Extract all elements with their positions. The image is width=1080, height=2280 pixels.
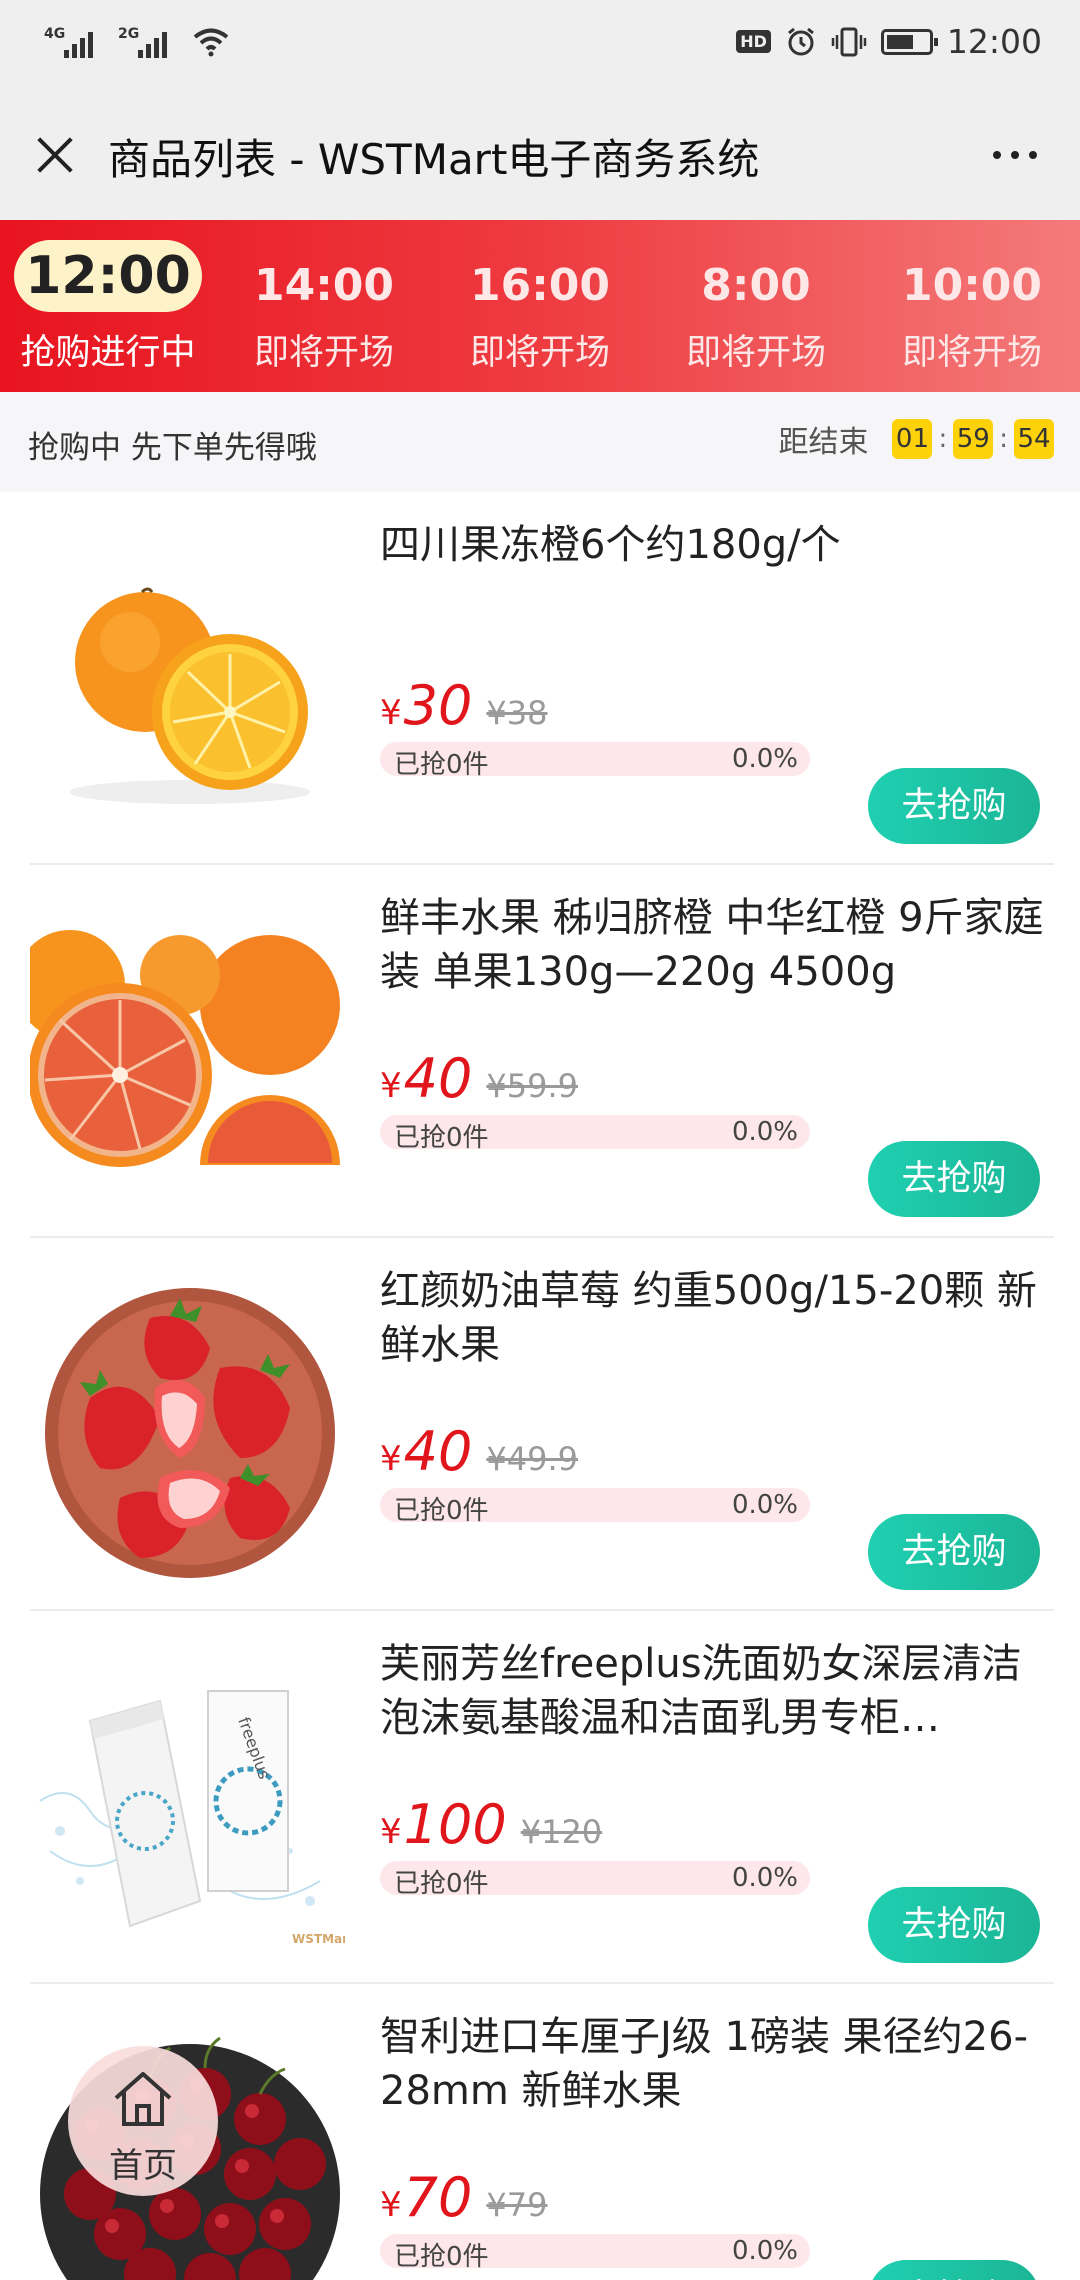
price-row: ¥40 ¥49.9	[380, 1420, 578, 1483]
session-tab-0800[interactable]: 8:00 即将开场	[648, 220, 864, 392]
alarm-icon	[787, 27, 814, 55]
sale-price: ¥70	[380, 2166, 473, 2229]
battery-icon	[880, 28, 938, 55]
session-time: 12:00	[14, 240, 202, 312]
sold-count: 已抢0件	[394, 1869, 489, 1899]
product-item[interactable]: freeplus WSTMart 芙丽芳丝freeplus洗面奶女深层清洁泡沫氨…	[0, 1611, 1080, 1984]
home-label: 首页	[109, 2146, 177, 2186]
countdown-hours: 01	[892, 419, 933, 459]
buy-now-button[interactable]: 去抢购	[868, 1887, 1040, 1963]
session-state: 即将开场	[901, 333, 1042, 373]
product-list: 四川果冻橙6个约180g/个 ¥30 ¥38 已抢0件 0.0% 去抢购 鲜丰水…	[0, 492, 1080, 2280]
product-name[interactable]: 四川果冻橙6个约180g/个	[380, 518, 1050, 572]
home-icon	[114, 2072, 172, 2126]
session-tab-1400[interactable]: 14:00 即将开场	[216, 220, 432, 392]
session-tab-1000[interactable]: 10:00 即将开场	[864, 220, 1080, 392]
watermark-label: WSTMart	[292, 1932, 345, 1946]
sold-count: 已抢0件	[394, 1496, 489, 1526]
product-name[interactable]: 芙丽芳丝freeplus洗面奶女深层清洁泡沫氨基酸温和洁面乳男专柜…	[380, 1637, 1050, 1745]
clock-time: 12:00	[946, 22, 1042, 61]
signal-icon-sim2: 2G	[118, 26, 178, 58]
sale-price: ¥40	[380, 1420, 473, 1483]
session-time: 14:00	[253, 260, 395, 311]
sale-price: ¥30	[380, 674, 473, 737]
vibrate-icon	[831, 27, 867, 56]
wifi-icon	[193, 28, 229, 57]
countdown-minutes: 59	[953, 419, 994, 459]
session-state: 即将开场	[253, 333, 394, 373]
session-state: 抢购进行中	[20, 333, 196, 373]
buy-now-button[interactable]: 去抢购	[868, 1141, 1040, 1217]
original-price: ¥59.9	[486, 1067, 578, 1105]
price-row: ¥70 ¥79	[380, 2166, 547, 2229]
original-price: ¥79	[486, 2186, 548, 2224]
countdown-label: 距结束	[778, 425, 869, 460]
session-tab-1600[interactable]: 16:00 即将开场	[432, 220, 648, 392]
hd-voice-icon: HD	[736, 30, 771, 53]
product-name[interactable]: 红颜奶油草莓 约重500g/15-20颗 新鲜水果	[380, 1264, 1050, 1372]
session-time: 16:00	[469, 260, 611, 311]
session-time: 10:00	[901, 260, 1043, 311]
countdown-separator: :	[999, 424, 1008, 454]
product-image-cleanser[interactable]: freeplus WSTMart	[30, 1651, 345, 1951]
signal-icon-sim1: 4G	[44, 26, 104, 58]
sold-progress-bar: 已抢0件 0.0%	[380, 2234, 810, 2272]
sale-price: ¥40	[380, 1047, 473, 1110]
session-tab-1200[interactable]: 12:00 抢购进行中	[0, 220, 216, 392]
price-row: ¥100 ¥120	[380, 1793, 602, 1856]
buy-now-button[interactable]: 去抢购	[868, 768, 1040, 844]
more-options-icon[interactable]	[980, 130, 1050, 180]
session-state: 即将开场	[469, 333, 610, 373]
page-title: 商品列表 - WSTMart电子商务系统	[108, 135, 760, 184]
session-state: 即将开场	[685, 333, 826, 373]
sold-progress-bar: 已抢0件 0.0%	[380, 1861, 810, 1899]
product-item[interactable]: 红颜奶油草莓 约重500g/15-20颗 新鲜水果 ¥40 ¥49.9 已抢0件…	[0, 1238, 1080, 1611]
countdown-seconds: 54	[1014, 419, 1054, 459]
session-time: 8:00	[701, 260, 811, 311]
status-bar: 4G 2G HD 12:00	[0, 0, 1080, 90]
sold-percent: 0.0%	[731, 2236, 798, 2266]
buy-now-button[interactable]: 去抢购	[868, 1514, 1040, 1590]
countdown-separator: :	[938, 424, 948, 454]
sale-price: ¥100	[380, 1793, 507, 1856]
notice-text: 抢购中 先下单先得哦	[28, 430, 317, 466]
price-row: ¥30 ¥38	[380, 674, 547, 737]
product-name[interactable]: 智利进口车厘子J级 1磅装 果径约26-28mm 新鲜水果	[380, 2010, 1050, 2118]
title-bar: 商品列表 - WSTMart电子商务系统	[0, 90, 1080, 220]
original-price: ¥38	[486, 694, 548, 732]
sold-percent: 0.0%	[731, 1863, 798, 1893]
sold-count: 已抢0件	[394, 2242, 489, 2272]
home-button[interactable]: 首页	[68, 2046, 218, 2196]
close-icon[interactable]	[28, 128, 82, 182]
sold-progress-bar: 已抢0件 0.0%	[380, 1488, 810, 1526]
sold-progress-bar: 已抢0件 0.0%	[380, 1115, 810, 1153]
sold-percent: 0.0%	[731, 744, 798, 774]
sold-percent: 0.0%	[731, 1490, 798, 1520]
sold-progress-bar: 已抢0件 0.0%	[380, 742, 810, 780]
sold-percent: 0.0%	[731, 1117, 798, 1147]
product-image-orange[interactable]	[30, 532, 345, 832]
notice-bar: 抢购中 先下单先得哦 距结束 01 : 59 : 54	[0, 392, 1080, 492]
original-price: ¥49.9	[486, 1440, 578, 1478]
product-image-blood-orange[interactable]	[30, 905, 345, 1205]
buy-now-button[interactable]: 去抢购	[868, 2260, 1040, 2280]
product-item[interactable]: 鲜丰水果 秭归脐橙 中华红橙 9斤家庭装 单果130g—220g 4500g ¥…	[0, 865, 1080, 1238]
price-row: ¥40 ¥59.9	[380, 1047, 578, 1110]
flash-sale-sessions: 12:00 抢购进行中 14:00 即将开场 16:00 即将开场 8:00 即…	[0, 220, 1080, 392]
product-image-strawberry[interactable]	[30, 1278, 345, 1578]
product-item[interactable]: 四川果冻橙6个约180g/个 ¥30 ¥38 已抢0件 0.0% 去抢购	[0, 492, 1080, 865]
sold-count: 已抢0件	[394, 1123, 489, 1153]
original-price: ¥120	[520, 1813, 603, 1851]
product-name[interactable]: 鲜丰水果 秭归脐橙 中华红橙 9斤家庭装 单果130g—220g 4500g	[380, 891, 1050, 999]
sold-count: 已抢0件	[394, 750, 489, 780]
countdown-timer: 距结束 01 : 59 : 54	[778, 417, 1054, 461]
